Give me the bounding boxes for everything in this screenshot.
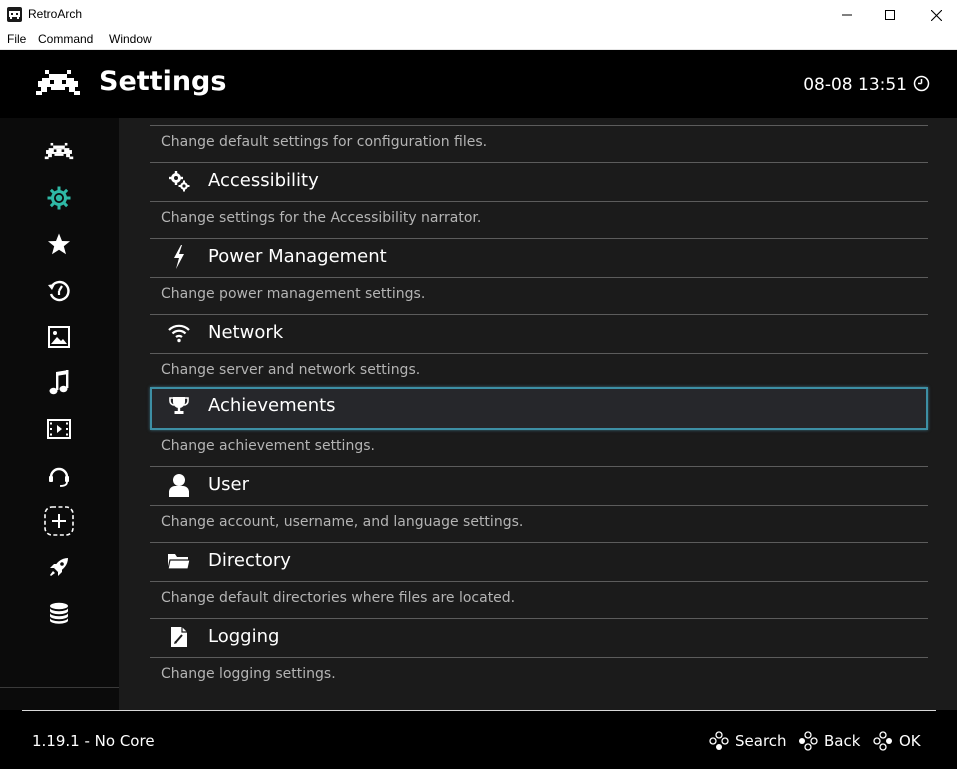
item-label: Logging bbox=[208, 626, 280, 647]
database-icon bbox=[50, 602, 68, 624]
sidebar-item-music[interactable] bbox=[43, 367, 75, 399]
retroarch-logo-icon bbox=[7, 7, 22, 22]
version-label: 1.19.1 - No Core bbox=[32, 732, 155, 750]
accessibility-gears-icon bbox=[165, 169, 193, 193]
star-icon bbox=[48, 233, 70, 255]
menu-bar: File Command Window bbox=[0, 30, 957, 50]
item-label: Achievements bbox=[208, 395, 336, 416]
back-button[interactable]: Back bbox=[824, 732, 860, 750]
sidebar-item-netplay[interactable] bbox=[43, 459, 75, 491]
sidebar-item-import-content[interactable] bbox=[43, 505, 75, 537]
folder-icon bbox=[165, 549, 193, 573]
gear-icon bbox=[47, 186, 71, 210]
close-button[interactable] bbox=[913, 0, 957, 30]
user-icon bbox=[165, 473, 193, 497]
add-icon bbox=[44, 506, 74, 536]
gamepad-buttons-icon bbox=[873, 731, 892, 751]
minimize-button[interactable] bbox=[824, 0, 870, 30]
sidebar-item-database[interactable] bbox=[43, 597, 75, 629]
list-item-network[interactable]: Network bbox=[150, 314, 928, 353]
window-title: RetroArch bbox=[28, 7, 83, 21]
clock-icon bbox=[913, 75, 930, 92]
gamepad-buttons-icon bbox=[799, 731, 818, 751]
retroarch-app: Settings 08-08 13:51 Change default sett… bbox=[0, 50, 957, 769]
header: Settings 08-08 13:51 bbox=[0, 50, 957, 118]
item-description: Change achievement settings. bbox=[161, 438, 375, 454]
music-icon bbox=[49, 370, 69, 395]
sidebar-item-explore[interactable] bbox=[43, 551, 75, 583]
close-icon bbox=[930, 9, 942, 21]
history-icon bbox=[48, 280, 70, 302]
item-label: Directory bbox=[208, 550, 291, 571]
item-label: Network bbox=[208, 322, 284, 343]
sidebar-divider bbox=[0, 687, 119, 688]
item-description-configuration: Change default settings for configuratio… bbox=[161, 134, 488, 150]
item-description: Change logging settings. bbox=[161, 666, 336, 682]
retroarch-invader-icon bbox=[44, 142, 74, 160]
item-description: Change account, username, and language s… bbox=[161, 514, 524, 530]
lightning-icon bbox=[165, 245, 193, 269]
list-item-logging[interactable]: Logging bbox=[150, 618, 928, 657]
list-item-power-management[interactable]: Power Management bbox=[150, 238, 928, 277]
sidebar-item-history[interactable] bbox=[43, 275, 75, 307]
divider bbox=[150, 657, 928, 658]
divider bbox=[150, 505, 928, 506]
minimize-icon bbox=[842, 14, 852, 16]
clock-text: 08-08 13:51 bbox=[803, 75, 907, 95]
retroarch-invader-icon bbox=[36, 70, 80, 95]
item-description: Change settings for the Accessibility na… bbox=[161, 210, 482, 226]
footer: 1.19.1 - No Core Search Back OK bbox=[0, 710, 957, 769]
divider bbox=[150, 125, 928, 126]
list-item-achievements[interactable]: Achievements bbox=[150, 387, 928, 430]
item-label: Accessibility bbox=[208, 170, 319, 191]
list-item-directory[interactable]: Directory bbox=[150, 542, 928, 581]
netplay-icon bbox=[49, 467, 69, 487]
item-label: Power Management bbox=[208, 246, 387, 267]
divider bbox=[150, 581, 928, 582]
settings-list: Change default settings for configuratio… bbox=[119, 118, 957, 712]
divider bbox=[150, 353, 928, 354]
item-description: Change default directories where files a… bbox=[161, 590, 516, 606]
item-description: Change server and network settings. bbox=[161, 362, 421, 378]
window-titlebar: RetroArch bbox=[0, 0, 957, 30]
maximize-icon bbox=[885, 10, 895, 20]
menu-command[interactable]: Command bbox=[38, 32, 93, 46]
divider bbox=[150, 201, 928, 202]
page-title: Settings bbox=[99, 66, 227, 97]
image-icon bbox=[48, 326, 70, 348]
sidebar-item-images[interactable] bbox=[43, 321, 75, 353]
trophy-icon bbox=[165, 394, 193, 418]
menu-file[interactable]: File bbox=[7, 32, 26, 46]
ok-button[interactable]: OK bbox=[899, 732, 921, 750]
wifi-icon bbox=[165, 321, 193, 345]
sidebar-item-favorites[interactable] bbox=[43, 228, 75, 260]
divider bbox=[150, 277, 928, 278]
maximize-button[interactable] bbox=[867, 0, 913, 30]
sidebar-item-main-menu[interactable] bbox=[43, 136, 75, 168]
footer-divider bbox=[22, 710, 936, 711]
film-icon bbox=[47, 419, 71, 439]
gamepad-buttons-icon bbox=[709, 731, 729, 750]
log-file-icon bbox=[165, 625, 193, 649]
list-item-accessibility[interactable]: Accessibility bbox=[150, 162, 928, 201]
item-label: User bbox=[208, 474, 250, 495]
list-item-user[interactable]: User bbox=[150, 466, 928, 505]
rocket-icon bbox=[50, 558, 68, 576]
item-description: Change power management settings. bbox=[161, 286, 426, 302]
sidebar bbox=[0, 118, 119, 712]
sidebar-item-settings[interactable] bbox=[43, 182, 75, 214]
search-button[interactable]: Search bbox=[735, 732, 787, 750]
menu-window[interactable]: Window bbox=[109, 32, 152, 46]
sidebar-item-video[interactable] bbox=[43, 413, 75, 445]
